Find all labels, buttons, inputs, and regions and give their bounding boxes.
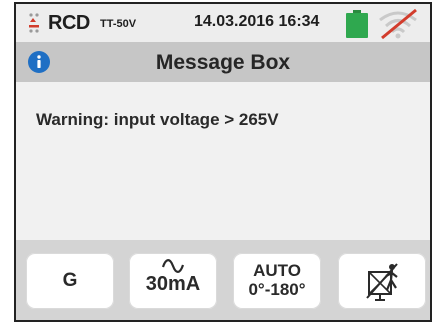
- softkey-g[interactable]: G: [26, 253, 114, 309]
- rcd-test-disabled-icon: [366, 263, 398, 301]
- softkey-phase[interactable]: AUTO 0°-180°: [233, 253, 321, 309]
- status-bar: RCD TT-50V 14.03.2016 16:34: [16, 4, 430, 43]
- instrument-screen: RCD TT-50V 14.03.2016 16:34 Message Box …: [14, 2, 432, 322]
- current-label: 30mA: [145, 273, 201, 295]
- phase-mode-label: AUTO: [253, 261, 301, 280]
- message-box-title: Message Box: [155, 51, 291, 74]
- battery-icon: [346, 10, 368, 38]
- softkey-bar: G 30mA AUTO 0°-180°: [16, 240, 430, 320]
- date-time: 14.03.2016 16:34: [194, 13, 320, 30]
- message-box-title-bar: Message Box: [16, 42, 430, 82]
- mode-label: RCD: [48, 12, 90, 34]
- warning-message: Warning: input voltage > 265V: [36, 110, 279, 129]
- rcd-mode-icon: [29, 13, 39, 33]
- mode-sublabel: TT-50V: [100, 18, 137, 30]
- phase-range-label: 0°-180°: [248, 280, 306, 299]
- softkey-current[interactable]: 30mA: [129, 253, 217, 309]
- ac-wave-icon: [161, 259, 185, 273]
- wireless-disabled-icon: [379, 8, 417, 40]
- softkey-test-type[interactable]: [338, 253, 426, 309]
